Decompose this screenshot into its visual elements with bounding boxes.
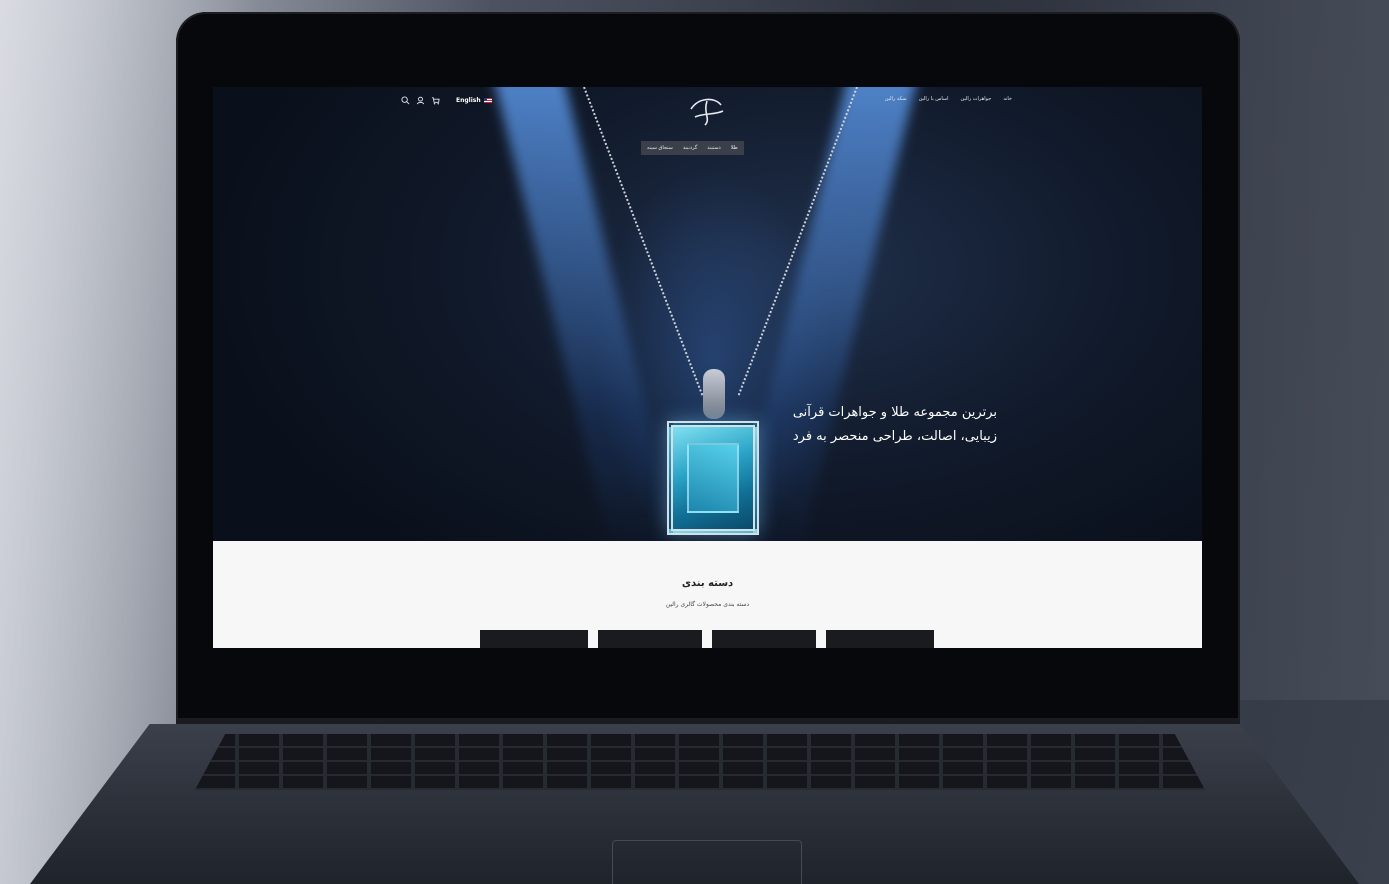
nav-item-coins[interactable]: سکه رالین xyxy=(885,96,907,102)
pendant-gem xyxy=(667,421,759,535)
subnav-item-necklace[interactable]: گردنبند xyxy=(683,145,697,151)
language-switcher[interactable]: English xyxy=(456,97,492,104)
nav-item-basics[interactable]: اساس با رالین xyxy=(919,96,949,102)
pendant-bail xyxy=(703,369,725,419)
tagline-line-1: برترین مجموعه طلا و جواهرات قرآنی xyxy=(792,405,997,420)
subnav-item-brooch[interactable]: سنجاق سینه xyxy=(647,145,673,151)
keyboard-rows xyxy=(195,734,1205,790)
hero-tagline: برترین مجموعه طلا و جواهرات قرآنی زیبایی… xyxy=(793,401,997,449)
subnav-item-bracelet[interactable]: دستبند xyxy=(707,145,721,151)
category-card[interactable] xyxy=(598,630,702,648)
header-utilities: English xyxy=(401,96,492,105)
language-label: English xyxy=(456,97,481,104)
main-nav: خانه جواهرات رالین اساس با رالین سکه رال… xyxy=(885,96,1012,102)
subnav-item-gold[interactable]: طلا xyxy=(731,145,738,151)
category-card[interactable] xyxy=(826,630,934,648)
categories-title: دسته بندی xyxy=(681,578,734,589)
categories-subtitle: دسته بندی محصولات گالری رالین xyxy=(665,601,750,608)
laptop-screen: خانه جواهرات رالین اساس با رالین سکه رال… xyxy=(213,87,1202,648)
tagline-line-2: زیبایی، اصالت، طراحی منحصر به فرد xyxy=(792,429,997,444)
logo[interactable] xyxy=(685,95,729,129)
category-card[interactable] xyxy=(712,630,816,648)
sub-nav: طلا دستبند گردنبند سنجاق سینه xyxy=(641,141,744,155)
category-card[interactable] xyxy=(480,630,588,648)
trackpad xyxy=(612,840,802,884)
search-icon[interactable] xyxy=(401,96,410,105)
categories-section: دسته بندی دسته بندی محصولات گالری رالین xyxy=(213,541,1202,648)
nav-item-home[interactable]: خانه xyxy=(1003,96,1012,102)
user-icon[interactable] xyxy=(416,96,425,105)
hero-banner: خانه جواهرات رالین اساس با رالین سکه رال… xyxy=(213,87,1202,541)
nav-item-jewelry[interactable]: جواهرات رالین xyxy=(961,96,992,102)
flag-icon xyxy=(483,98,492,103)
cart-icon[interactable] xyxy=(431,96,440,105)
gem-facet xyxy=(687,443,739,513)
